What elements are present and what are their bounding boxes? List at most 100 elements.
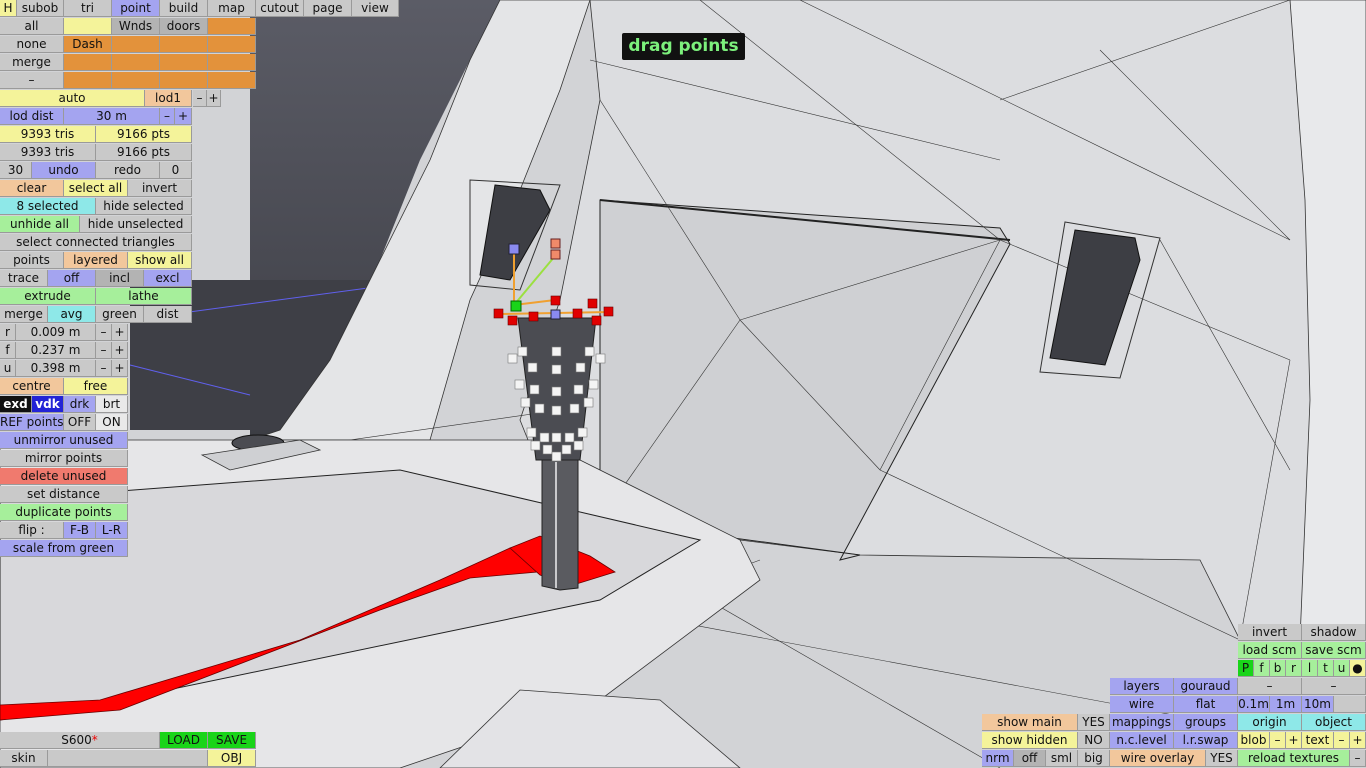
big-button[interactable]: big [1078, 750, 1110, 767]
dash-button-2[interactable]: – [1302, 678, 1366, 695]
tab-subob[interactable]: subob [17, 0, 64, 17]
param-r-plus-button[interactable]: + [112, 324, 128, 341]
scale-from-green-button[interactable]: scale from green [0, 540, 128, 557]
show-hidden-no[interactable]: NO [1078, 732, 1110, 749]
dash-button-1[interactable]: – [1238, 678, 1302, 695]
hide-selected-button[interactable]: hide selected [96, 198, 192, 215]
tab-tri[interactable]: tri [64, 0, 112, 17]
nc-level-button[interactable]: n.c.level [1110, 732, 1174, 749]
lod-dist-minus-button[interactable]: – [160, 108, 175, 125]
free-button[interactable]: free [64, 378, 128, 395]
param-u-minus-button[interactable]: – [96, 360, 112, 377]
flip-fb-button[interactable]: F-B [64, 522, 96, 539]
grid-blank-button[interactable] [1334, 696, 1366, 713]
groups-button[interactable]: groups [1174, 714, 1238, 731]
delete-unused-button[interactable]: delete unused [0, 468, 128, 485]
centre-button[interactable]: centre [0, 378, 64, 395]
dash-minus-button[interactable]: – [0, 72, 64, 89]
view-dot-button[interactable]: ● [1350, 660, 1366, 677]
nrm-button[interactable]: nrm [982, 750, 1014, 767]
unhide-all-button[interactable]: unhide all [0, 216, 80, 233]
view-f-button[interactable]: f [1254, 660, 1270, 677]
sml-button[interactable]: sml [1046, 750, 1078, 767]
view-b-button[interactable]: b [1270, 660, 1286, 677]
param-r-minus-button[interactable]: – [96, 324, 112, 341]
text-button[interactable]: text [1302, 732, 1334, 749]
trace-off-button[interactable]: off [48, 270, 96, 287]
brt-button[interactable]: brt [96, 396, 128, 413]
tab-view[interactable]: view [352, 0, 399, 17]
grid-cell[interactable] [160, 54, 208, 71]
text-minus-button[interactable]: – [1334, 732, 1350, 749]
save-button[interactable]: SAVE [208, 732, 256, 749]
grid-cell[interactable] [208, 72, 256, 89]
show-all-button[interactable]: show all [128, 252, 192, 269]
invert-selection-button[interactable]: invert [128, 180, 192, 197]
exd-button[interactable]: exd [0, 396, 32, 413]
tab-h[interactable]: H [0, 0, 17, 17]
lod1-button[interactable]: lod1 [145, 90, 192, 107]
skin-button[interactable]: skin [0, 750, 48, 767]
view-l-button[interactable]: l [1302, 660, 1318, 677]
file-name[interactable]: S600* [0, 732, 160, 749]
merge-dist-button[interactable]: dist [144, 306, 192, 323]
undo-button[interactable]: undo [32, 162, 96, 179]
origin-button[interactable]: origin [1238, 714, 1302, 731]
load-scm-button[interactable]: load scm [1238, 642, 1302, 659]
vdk-button[interactable]: vdk [32, 396, 64, 413]
show-main-yes[interactable]: YES [1078, 714, 1110, 731]
gouraud-button[interactable]: gouraud [1174, 678, 1238, 695]
grid-cell[interactable] [160, 72, 208, 89]
wire-overlay-button[interactable]: wire overlay [1110, 750, 1206, 767]
param-f-plus-button[interactable]: + [112, 342, 128, 359]
skin-field[interactable] [48, 750, 208, 767]
invert-button[interactable]: invert [1238, 624, 1302, 641]
tab-map[interactable]: map [208, 0, 256, 17]
blob-button[interactable]: blob [1238, 732, 1270, 749]
param-f-minus-button[interactable]: – [96, 342, 112, 359]
view-u-button[interactable]: u [1334, 660, 1350, 677]
grid-01m-button[interactable]: 0.1m [1238, 696, 1270, 713]
text-plus-button[interactable]: + [1350, 732, 1366, 749]
grid-cell[interactable] [64, 72, 112, 89]
select-none-button[interactable]: none [0, 36, 64, 53]
tab-cutout[interactable]: cutout [256, 0, 304, 17]
view-r-button[interactable]: r [1286, 660, 1302, 677]
dash-button[interactable]: Dash [64, 36, 112, 53]
ref-points-button[interactable]: REF points [0, 414, 64, 431]
grid-cell[interactable] [64, 18, 112, 35]
lr-swap-button[interactable]: l.r.swap [1174, 732, 1238, 749]
layers-button[interactable]: layers [1110, 678, 1174, 695]
trace-button[interactable]: trace [0, 270, 48, 287]
merge-points-button[interactable]: merge [0, 306, 48, 323]
lod-dist-plus-button[interactable]: + [175, 108, 192, 125]
flip-lr-button[interactable]: L-R [96, 522, 128, 539]
grid-1m-button[interactable]: 1m [1270, 696, 1302, 713]
lod-auto-button[interactable]: auto [0, 90, 145, 107]
clear-selection-button[interactable]: clear [0, 180, 64, 197]
ref-off-button[interactable]: OFF [64, 414, 96, 431]
wnds-button[interactable]: Wnds [112, 18, 160, 35]
wire-overlay-yes[interactable]: YES [1206, 750, 1238, 767]
shadow-button[interactable]: shadow [1302, 624, 1366, 641]
off-button[interactable]: off [1014, 750, 1046, 767]
merge-groups-button[interactable]: merge [0, 54, 64, 71]
tab-page[interactable]: page [304, 0, 352, 17]
obj-button[interactable]: OBJ [208, 750, 256, 767]
show-hidden-button[interactable]: show hidden [982, 732, 1078, 749]
tab-point[interactable]: point [112, 0, 160, 17]
doors-button[interactable]: doors [160, 18, 208, 35]
hide-unselected-button[interactable]: hide unselected [80, 216, 192, 233]
param-u-plus-button[interactable]: + [112, 360, 128, 377]
mirror-points-button[interactable]: mirror points [0, 450, 128, 467]
lod-minus-button[interactable]: – [193, 90, 207, 107]
grid-cell[interactable] [112, 54, 160, 71]
tab-build[interactable]: build [160, 0, 208, 17]
trace-incl-button[interactable]: incl [96, 270, 144, 287]
select-all-points-button[interactable]: select all [64, 180, 128, 197]
mappings-button[interactable]: mappings [1110, 714, 1174, 731]
points-button[interactable]: points [0, 252, 64, 269]
lod-plus-button[interactable]: + [207, 90, 221, 107]
object-button[interactable]: object [1302, 714, 1366, 731]
3d-viewport[interactable] [0, 0, 1366, 768]
